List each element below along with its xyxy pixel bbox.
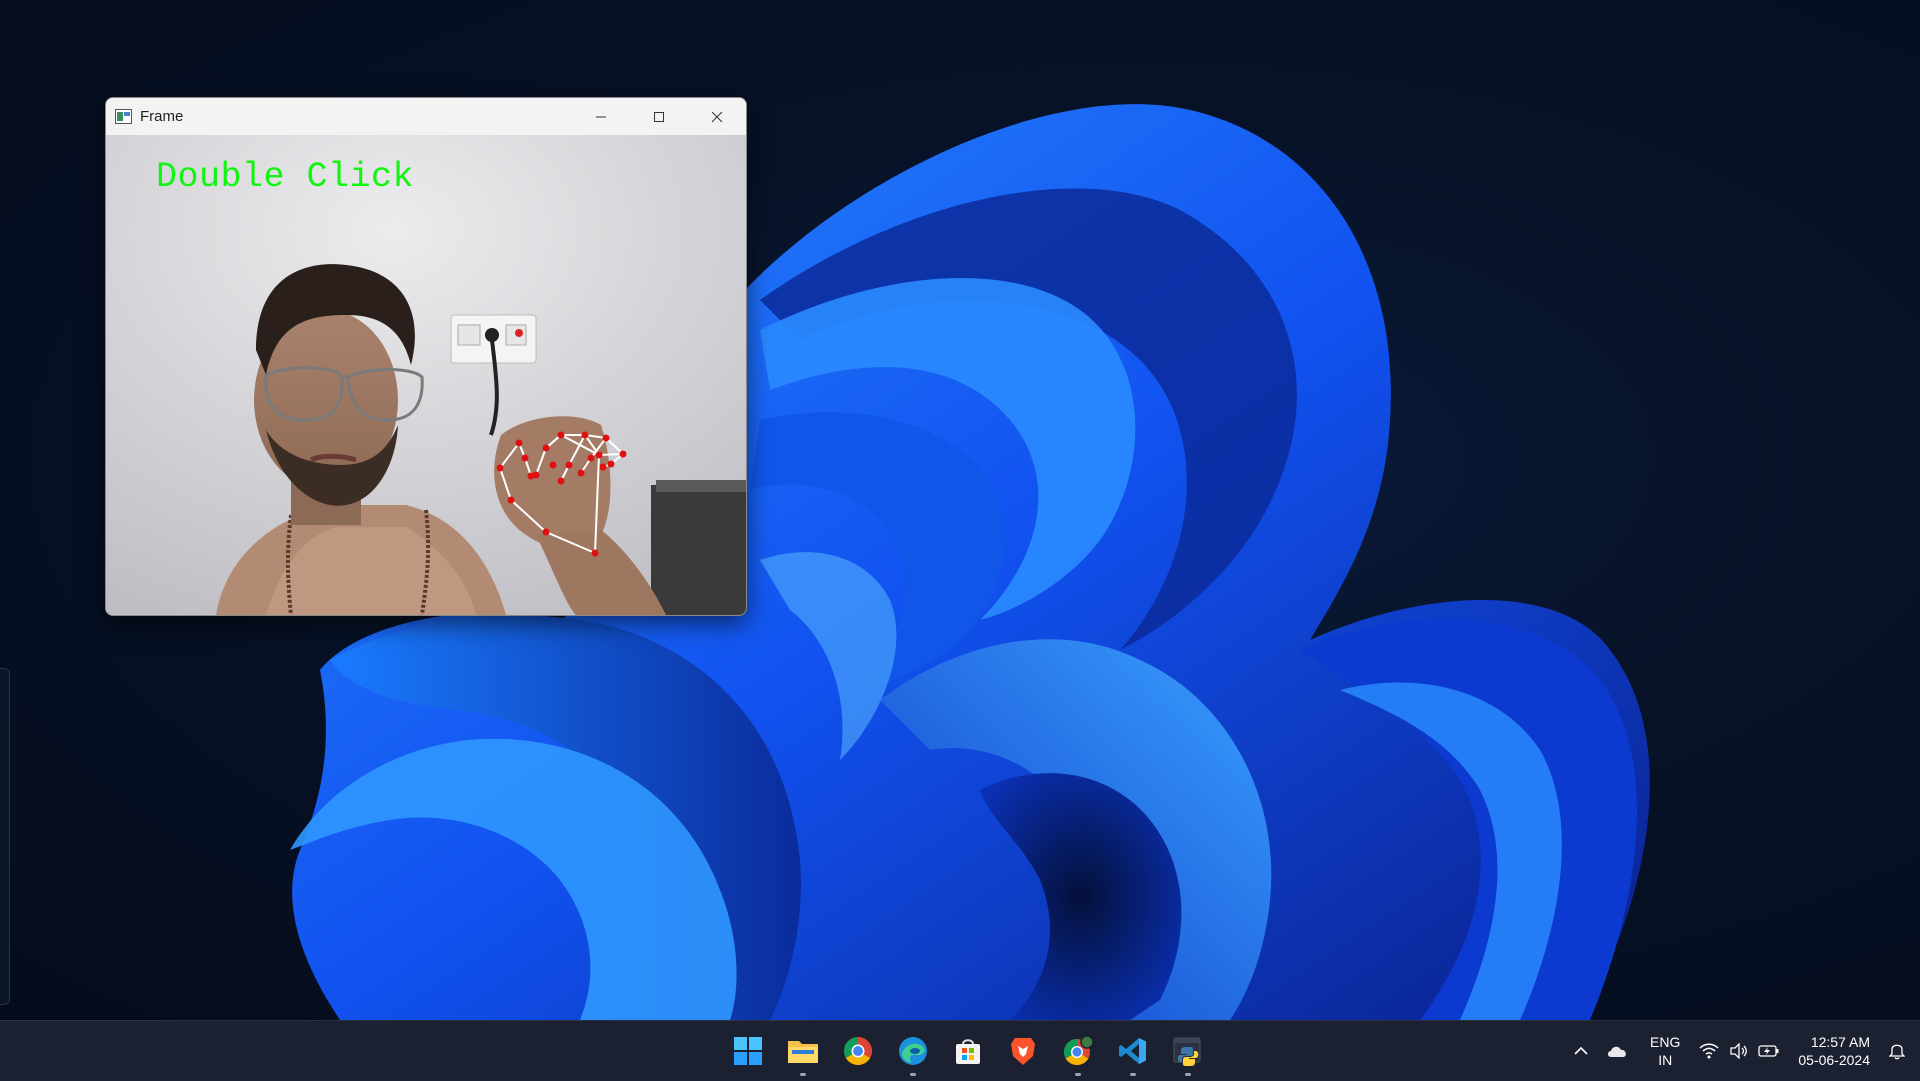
chrome-button[interactable]	[830, 1021, 885, 1081]
store-icon	[955, 1039, 980, 1064]
taskbar: ENG IN 12:57 AM 05-06-2024	[0, 1020, 1920, 1081]
edge-icon	[898, 1037, 927, 1065]
taskbar-pinned-apps	[720, 1021, 1215, 1081]
battery-icon	[1758, 1045, 1779, 1057]
show-hidden-icons-button[interactable]	[1566, 1021, 1596, 1081]
cloud-icon	[1608, 1046, 1626, 1057]
language-indicator[interactable]: ENG IN	[1650, 1033, 1680, 1069]
vscode-icon	[1118, 1038, 1146, 1064]
brave-button[interactable]	[995, 1021, 1050, 1081]
running-indicator	[1129, 1073, 1136, 1076]
notifications-button[interactable]	[1882, 1021, 1912, 1081]
onedrive-button[interactable]	[1596, 1021, 1638, 1081]
system-tray: ENG IN 12:57 AM 05-06-2024	[1566, 1021, 1920, 1081]
window-titlebar[interactable]: Frame	[106, 98, 746, 135]
region-code: IN	[1658, 1052, 1673, 1068]
chrome-profile-button[interactable]	[1050, 1021, 1105, 1081]
clock-time: 12:57 AM	[1810, 1034, 1870, 1050]
network-button[interactable]	[1694, 1021, 1724, 1081]
window-title: Frame	[140, 108, 184, 125]
running-indicator	[1184, 1073, 1191, 1076]
folder-icon	[787, 1041, 818, 1063]
language-code: ENG	[1650, 1034, 1681, 1050]
clock[interactable]: 12:57 AM 05-06-2024	[1798, 1033, 1870, 1069]
microsoft-store-button[interactable]	[940, 1021, 995, 1081]
maximize-button[interactable]	[630, 98, 688, 135]
app-window-icon	[115, 109, 132, 124]
minimize-icon	[596, 116, 606, 117]
windows-logo-icon	[733, 1037, 762, 1065]
vscode-button[interactable]	[1105, 1021, 1160, 1081]
battery-button[interactable]	[1754, 1021, 1784, 1081]
chrome-profile-icon	[1063, 1035, 1094, 1066]
close-button[interactable]	[688, 98, 746, 135]
widgets-edge-handle[interactable]	[0, 668, 10, 1005]
file-explorer-button[interactable]	[775, 1021, 830, 1081]
volume-button[interactable]	[1724, 1021, 1754, 1081]
chrome-icon	[843, 1037, 872, 1065]
bell-icon	[1889, 1044, 1905, 1060]
python-icon	[1173, 1037, 1200, 1066]
minimize-button[interactable]	[572, 98, 630, 135]
running-indicator	[909, 1073, 916, 1076]
desktop[interactable]: Frame Double Click	[0, 0, 1920, 1020]
speaker-icon	[1730, 1043, 1748, 1059]
maximize-icon	[654, 111, 664, 122]
running-indicator	[1074, 1073, 1081, 1076]
running-indicator	[799, 1073, 806, 1076]
brave-icon	[1010, 1038, 1035, 1065]
start-button[interactable]	[720, 1021, 775, 1081]
close-icon	[711, 111, 723, 122]
gesture-overlay-label: Double Click	[156, 157, 415, 197]
chevron-up-icon	[1574, 1046, 1588, 1055]
frame-window[interactable]: Frame Double Click	[105, 97, 747, 616]
wifi-icon	[1699, 1043, 1719, 1059]
edge-button[interactable]	[885, 1021, 940, 1081]
clock-date: 05-06-2024	[1798, 1052, 1870, 1068]
python-button[interactable]	[1160, 1021, 1215, 1081]
webcam-feed: Double Click	[106, 135, 746, 615]
webcam-image	[106, 135, 746, 615]
